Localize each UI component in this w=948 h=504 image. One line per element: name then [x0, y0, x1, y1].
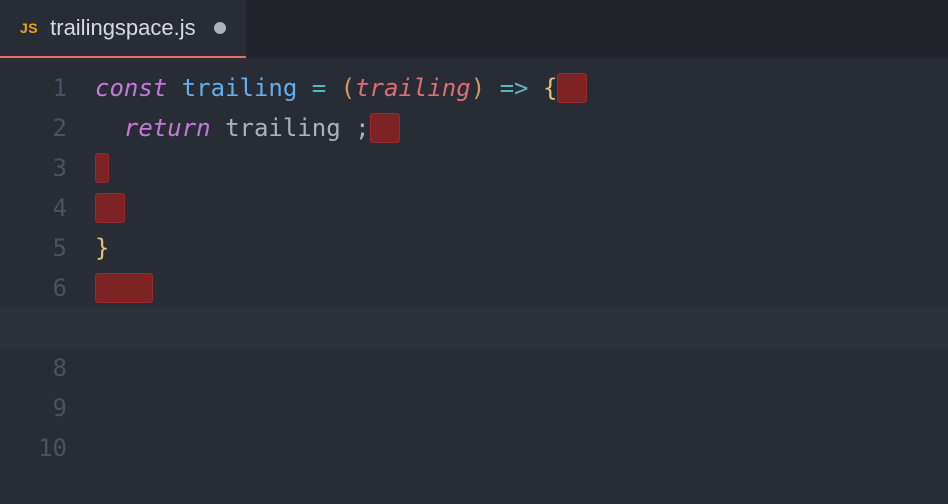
code-area[interactable]: const trailing = (trailing) => { return …	[95, 68, 948, 504]
identifier: trailing	[225, 108, 355, 148]
parameter: trailing	[355, 68, 471, 108]
line-number[interactable]: 8	[0, 348, 67, 388]
tab-bar: JS trailingspace.js	[0, 0, 948, 58]
operator-equals: =	[297, 68, 340, 108]
js-lang-icon: JS	[20, 20, 38, 36]
brace-open: {	[543, 68, 557, 108]
editor: 1 2 3 4 5 6 7 8 9 10 const trailing = (t…	[0, 58, 948, 504]
code-line[interactable]	[95, 268, 948, 308]
trailing-whitespace-marker	[95, 153, 109, 183]
code-line[interactable]	[0, 308, 948, 348]
line-number[interactable]: 1	[0, 68, 67, 108]
code-line[interactable]: }	[95, 228, 948, 268]
code-line[interactable]	[95, 188, 948, 228]
gutter: 1 2 3 4 5 6 7 8 9 10	[0, 68, 95, 504]
identifier: trailing	[182, 68, 298, 108]
keyword-return: return	[124, 108, 225, 148]
code-line[interactable]	[95, 148, 948, 188]
trailing-whitespace-marker	[557, 73, 587, 103]
line-number[interactable]: 5	[0, 228, 67, 268]
code-line[interactable]	[95, 428, 948, 468]
paren-open: (	[341, 68, 355, 108]
trailing-whitespace-marker	[370, 113, 400, 143]
brace-close: }	[95, 228, 109, 268]
paren-close: )	[471, 68, 485, 108]
line-number[interactable]: 6	[0, 268, 67, 308]
line-number[interactable]: 4	[0, 188, 67, 228]
code-line[interactable]	[95, 388, 948, 428]
line-number[interactable]: 9	[0, 388, 67, 428]
code-line[interactable]: const trailing = (trailing) => {	[95, 68, 948, 108]
arrow-operator: =>	[485, 68, 543, 108]
trailing-whitespace-marker	[95, 193, 125, 223]
code-line[interactable]	[95, 348, 948, 388]
tab-trailingspace[interactable]: JS trailingspace.js	[0, 0, 246, 58]
code-line[interactable]: return trailing ;	[95, 108, 948, 148]
tab-filename: trailingspace.js	[50, 15, 196, 41]
keyword-const: const	[95, 68, 182, 108]
line-number[interactable]: 2	[0, 108, 67, 148]
trailing-whitespace-marker	[95, 273, 153, 303]
line-number[interactable]: 3	[0, 148, 67, 188]
semicolon: ;	[355, 108, 369, 148]
indent	[95, 108, 124, 148]
line-number[interactable]: 10	[0, 428, 67, 468]
dirty-dot-icon	[214, 22, 226, 34]
